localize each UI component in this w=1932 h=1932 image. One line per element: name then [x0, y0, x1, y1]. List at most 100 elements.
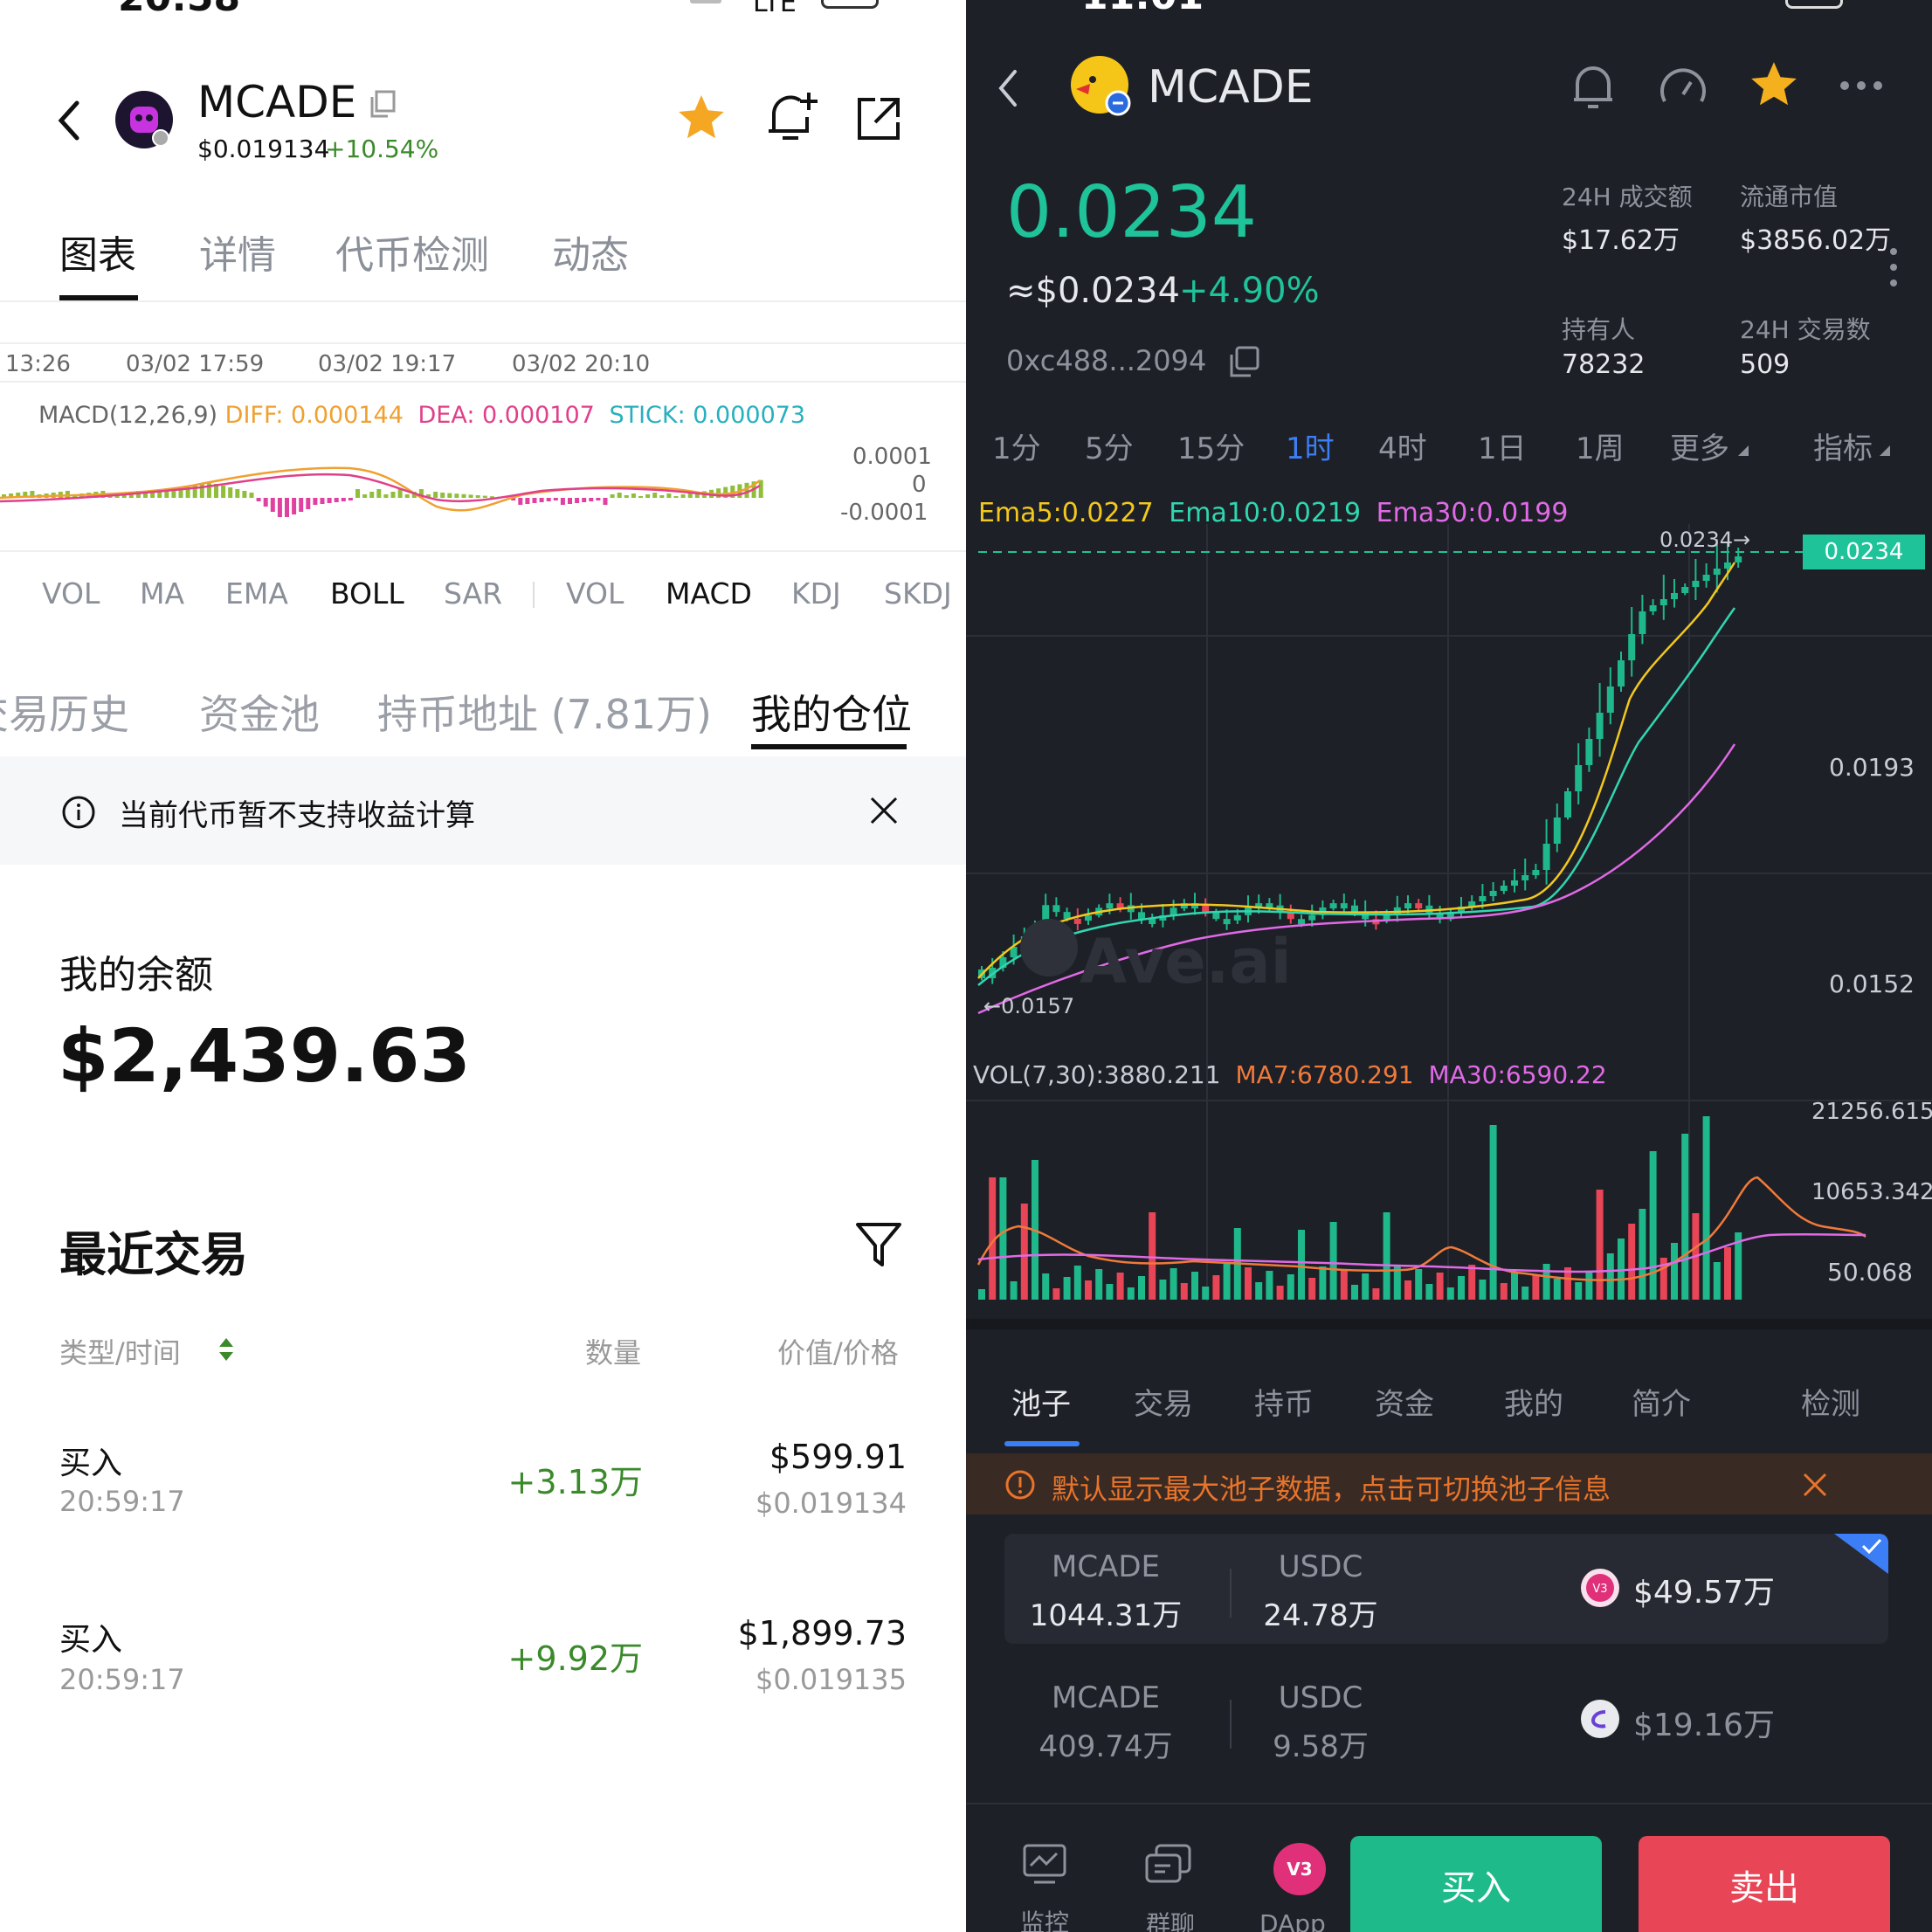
more-icon[interactable] [1838, 75, 1885, 96]
indicator-skdj[interactable]: SKDJ [884, 576, 952, 611]
add-alert-bell-icon[interactable] [762, 87, 819, 148]
tab-pools[interactable]: 池子 [1011, 1380, 1071, 1423]
buy-button[interactable]: 买入 [1350, 1836, 1602, 1932]
active-subtab-indicator [751, 744, 907, 749]
macd-dea: DEA: 0.000107 [417, 402, 595, 429]
indicator-kdj[interactable]: KDJ [791, 576, 841, 611]
candle-body [1585, 739, 1593, 765]
timeframe-4h[interactable]: 4时 [1378, 424, 1427, 467]
pool-card[interactable]: MCADE 1044.31万 USDC 24.78万 V3 $49.57万 [1004, 1534, 1888, 1644]
tab-activity[interactable]: 动态 [552, 224, 629, 279]
tab-my-position[interactable]: 我的仓位 [751, 683, 912, 741]
pool-token2-amount: 9.58万 [1273, 1729, 1369, 1764]
sort-icon[interactable] [217, 1336, 236, 1363]
timeframe-1m[interactable]: 1分 [992, 424, 1041, 467]
candle-body [1713, 569, 1721, 575]
volume-bar [999, 1177, 1007, 1300]
tab-check[interactable]: 检测 [1801, 1380, 1860, 1423]
chart-border [0, 381, 966, 383]
candle-body [1542, 844, 1550, 870]
candle-body [1735, 556, 1742, 562]
tab-intro[interactable]: 简介 [1632, 1380, 1691, 1423]
volume-bar [1255, 1282, 1263, 1300]
dapp-icon: V3 [1273, 1843, 1326, 1895]
group-chat-button[interactable]: 群聊 [1132, 1843, 1207, 1932]
macd-bar [277, 498, 282, 517]
stat-holders-value: 78232 [1562, 349, 1646, 380]
timeframe-1w[interactable]: 1周 [1576, 424, 1625, 467]
macd-bar [249, 493, 254, 498]
candle-body [1106, 903, 1114, 909]
indicator-macd[interactable]: MACD [666, 576, 752, 611]
timeframe-more[interactable]: 更多 [1670, 424, 1729, 467]
tab-chart[interactable]: 图表 [59, 224, 136, 279]
right-app-screen: 11:01 MCADE 0.0234 ≈$0.0234 +4.90% 0xc48… [966, 0, 1932, 1932]
tab-details[interactable]: 详情 [199, 224, 276, 279]
tab-trades[interactable]: 交易 [1134, 1380, 1193, 1423]
volume-axis-label: 10653.342 [1811, 1179, 1932, 1205]
balance-label: 我的余额 [59, 953, 213, 997]
tab-holders[interactable]: 持币地址 (7.81万) [377, 683, 712, 741]
stat-holders-label: 持有人 [1562, 315, 1636, 344]
macd-bar [383, 494, 389, 498]
speed-gauge-icon[interactable] [1658, 63, 1708, 110]
dapp-button[interactable]: V3 DApp [1251, 1843, 1347, 1932]
indicator-ma[interactable]: MA [140, 576, 184, 611]
tab-holdings[interactable]: 持币 [1254, 1380, 1314, 1423]
monitor-button[interactable]: 监控 [1006, 1843, 1081, 1932]
indicator-sar[interactable]: SAR [444, 576, 502, 611]
chart-time-label: 03/02 17:59 [126, 351, 265, 377]
timeframe-5m[interactable]: 5分 [1085, 424, 1134, 467]
volume-bar [1319, 1266, 1327, 1300]
macd-bar [603, 498, 608, 505]
macd-bar [285, 498, 289, 517]
indicator-vol-sub[interactable]: VOL [566, 576, 624, 611]
macd-bar [362, 494, 368, 498]
volume-bar [1340, 1270, 1348, 1300]
macd-bar [631, 493, 636, 498]
pool-card[interactable]: MCADE 409.74万 USDC 9.58万 $19.16万 [1004, 1665, 1888, 1775]
tab-liquidity-pool[interactable]: 资金池 [199, 683, 320, 741]
candle-body [1564, 791, 1571, 818]
share-external-icon[interactable] [854, 94, 903, 143]
indicator-ema[interactable]: EMA [225, 576, 288, 611]
tab-funds[interactable]: 资金 [1375, 1380, 1434, 1423]
candle-body [1340, 903, 1348, 909]
active-tab-indicator [1004, 1441, 1080, 1446]
close-icon[interactable] [1801, 1471, 1829, 1499]
macd-bar [624, 495, 629, 498]
back-icon[interactable] [51, 98, 86, 143]
macd-bar [617, 493, 622, 498]
copy-icon[interactable] [369, 89, 397, 119]
timeframe-1d[interactable]: 1日 [1478, 424, 1527, 467]
tab-mine[interactable]: 我的 [1504, 1380, 1563, 1423]
timeframe-1h[interactable]: 1时 [1286, 424, 1335, 467]
filter-icon[interactable] [854, 1219, 903, 1270]
volume-bar [1702, 1116, 1710, 1300]
indicator-boll[interactable]: BOLL [330, 576, 404, 611]
tab-trade-history[interactable]: 交易历史 [0, 683, 129, 741]
copy-icon[interactable] [1226, 344, 1261, 379]
table-row[interactable]: 买入 20:59:17 +3.13万 $599.91 $0.019134 [0, 1424, 966, 1546]
table-row[interactable]: 买入 20:59:17 +9.92万 $1,899.73 $0.019135 [0, 1602, 966, 1724]
candle-body [1596, 713, 1604, 739]
vertical-more-icon[interactable] [1888, 246, 1899, 290]
candle-body [1618, 660, 1625, 687]
sell-button[interactable]: 卖出 [1639, 1836, 1890, 1932]
macd-bar [680, 494, 686, 498]
bell-icon[interactable] [1569, 61, 1618, 112]
timeframe-15m[interactable]: 15分 [1177, 424, 1245, 467]
tab-token-check[interactable]: 代币检测 [335, 224, 489, 279]
star-icon[interactable] [1747, 58, 1801, 112]
back-icon[interactable] [992, 66, 1024, 110]
battery-icon [821, 0, 879, 9]
info-icon [61, 795, 96, 830]
indicator-vol[interactable]: VOL [42, 576, 100, 611]
close-icon[interactable] [866, 793, 901, 828]
indicators-menu[interactable]: 指标 [1813, 424, 1873, 467]
high-price-marker: 0.0234→ [1659, 528, 1751, 552]
stat-mcap-label: 流通市值 [1740, 183, 1839, 211]
macd-bar [468, 494, 473, 498]
star-icon[interactable] [674, 91, 728, 145]
volume-bar [1639, 1209, 1646, 1300]
